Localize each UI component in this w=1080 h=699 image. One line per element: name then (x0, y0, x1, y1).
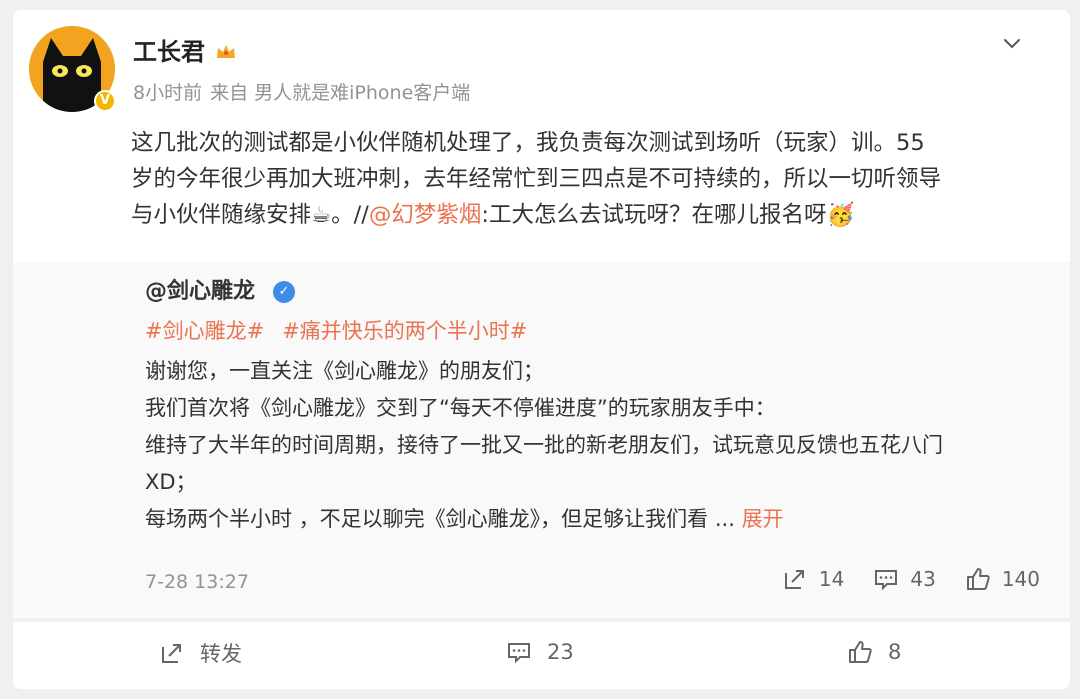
quoted-like-button[interactable]: 140 (964, 565, 1040, 593)
post-text-segment: 与小伙伴随缘安排☕。// (131, 202, 369, 228)
vip-badge-icon: V (94, 90, 116, 112)
post-time[interactable]: 8小时前 (133, 82, 202, 104)
comment-count: 23 (547, 640, 574, 664)
quoted-text: 谢谢您，一直关注《剑心雕龙》的朋友们； 我们首次将《剑心雕龙》交到了“每天不停催… (145, 353, 1045, 538)
quoted-text-line: 我们首次将《剑心雕龙》交到了“每天不停催进度”的玩家朋友手中： (145, 396, 776, 420)
quoted-like-count: 140 (1001, 567, 1040, 591)
comment-button[interactable]: 23 (505, 638, 574, 666)
expand-link[interactable]: 展开 (742, 507, 784, 531)
crown-icon (217, 45, 235, 58)
mention-link[interactable]: @幻梦紫烟 (369, 202, 482, 228)
comment-icon (508, 643, 530, 664)
quoted-text-line: 每场两个半小时 ，不足以聊完《剑心雕龙》，但足够让我们看 ... 展开 (145, 501, 1045, 538)
hashtag-link[interactable]: #剑心雕龙# (145, 319, 264, 343)
comment-icon (875, 570, 898, 591)
post-meta: 8小时前 来自 男人就是难iPhone客户端 (133, 79, 478, 107)
chevron-down-icon[interactable] (1000, 31, 1024, 55)
like-count: 8 (888, 640, 902, 664)
post-text-line: 这几批次的测试都是小伙伴随机处理了，我负责每次测试到场听（玩家）训。55 (131, 130, 925, 156)
quoted-comment-button[interactable]: 43 (872, 565, 936, 593)
quoted-repost-button[interactable]: 14 (781, 565, 844, 593)
quoted-comment-count: 43 (910, 567, 936, 591)
quoted-text-line: 维持了大半年的时间周期，接待了一批又一批的新老朋友们，试玩意见反馈也五花八门 (145, 433, 943, 457)
repost-label: 转发 (200, 642, 242, 666)
repost-button[interactable]: 转发 (158, 638, 242, 668)
quoted-repost-count: 14 (818, 567, 845, 591)
post-text-line: 岁的今年很少再加大班冲刺，去年经常忙到三四点是不可持续的，所以一切听领导 (131, 166, 942, 192)
post-text: 这几批次的测试都是小伙伴随机处理了，我负责每次测试到场听（玩家）训。55 岁的今… (131, 125, 1031, 233)
post-text-line: 与小伙伴随缘安排☕。//@幻梦紫烟:工大怎么去试玩呀？在哪儿报名呀🥳 (131, 197, 1031, 233)
quoted-text-line: XD； (145, 470, 197, 494)
thumbs-up-icon (966, 568, 990, 590)
author-name[interactable]: 工长君 (133, 36, 205, 68)
quoted-stats: 14 43 140 (781, 565, 1040, 593)
thumbs-up-icon (849, 641, 872, 663)
quoted-text-segment: 每场两个半小时 ，不足以聊完《剑心雕龙》，但足够让我们看 ... (145, 507, 742, 531)
verified-icon: ✓ (273, 281, 295, 303)
quoted-date[interactable]: 7-28 13:27 (145, 567, 249, 597)
repost-icon (784, 570, 804, 589)
like-button[interactable]: 8 (846, 638, 901, 666)
hashtag-link[interactable]: #痛并快乐的两个半小时# (282, 319, 527, 343)
post-text-segment: :工大怎么去试玩呀？在哪儿报名呀🥳 (481, 202, 855, 228)
quoted-author[interactable]: @剑心雕龙 (145, 276, 255, 308)
post-source: 来自 男人就是难iPhone客户端 (210, 82, 471, 104)
repost-icon (162, 644, 181, 663)
quoted-tags: #剑心雕龙# #痛并快乐的两个半小时# (145, 315, 545, 347)
quoted-text-line: 谢谢您，一直关注《剑心雕龙》的朋友们； (145, 359, 544, 383)
